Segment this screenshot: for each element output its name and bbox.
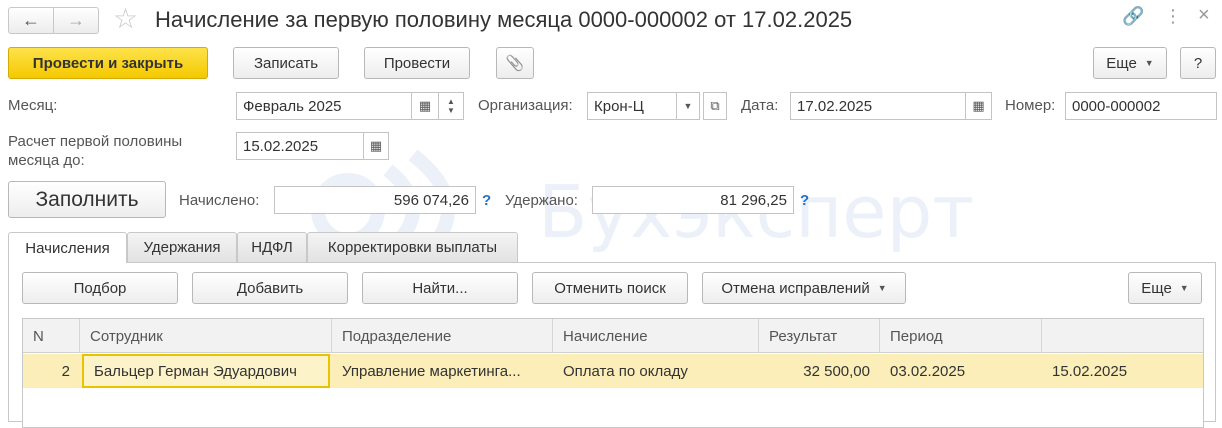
save-button[interactable]: Записать — [233, 47, 339, 79]
caret-down-icon: ▼ — [683, 101, 693, 111]
find-button[interactable]: Найти... — [362, 272, 518, 304]
link-icon[interactable]: 🔗 — [1122, 6, 1144, 27]
help-label: ? — [1193, 54, 1203, 72]
cell-result[interactable]: 32 500,00 — [759, 354, 880, 388]
tab-payment-corrections[interactable]: Корректировки выплаты — [307, 232, 518, 262]
tab-ndfl[interactable]: НДФЛ — [237, 232, 307, 262]
column-header-period[interactable]: Период — [880, 319, 1042, 353]
calendar-icon: ▦ — [972, 98, 985, 113]
page-title: Начисление за первую половину месяца 000… — [155, 7, 853, 32]
attach-button[interactable]: 📎 — [496, 47, 534, 79]
back-button[interactable]: ← — [8, 7, 54, 34]
column-header-result[interactable]: Результат — [759, 319, 880, 353]
column-header-employee[interactable]: Сотрудник — [80, 319, 332, 353]
withheld-help-icon[interactable]: ? — [800, 192, 809, 209]
cancel-fixes-button[interactable]: Отмена исправлений ▼ — [702, 272, 906, 304]
tab-ndfl-label: НДФЛ — [251, 239, 293, 256]
calendar-icon: ▦ — [369, 138, 383, 153]
help-button[interactable]: ? — [1180, 47, 1216, 79]
post-and-close-button[interactable]: Провести и закрыть — [8, 47, 208, 79]
close-icon[interactable]: × — [1198, 4, 1210, 27]
chevron-down-icon: ▼ — [447, 106, 455, 115]
fill-button[interactable]: Заполнить — [8, 181, 166, 218]
arrow-right-icon: → — [67, 10, 85, 30]
cell-accrual[interactable]: Оплата по окладу — [553, 354, 759, 388]
post-and-close-label: Провести и закрыть — [32, 54, 184, 72]
cell-period-from[interactable]: 03.02.2025 — [880, 354, 1042, 388]
post-button[interactable]: Провести — [364, 47, 470, 79]
open-window-icon: ⧉ — [710, 98, 720, 113]
calendar-icon: ▦ — [418, 98, 432, 113]
organization-open-button[interactable]: ⧉ — [703, 92, 727, 120]
cancel-search-label: Отменить поиск — [554, 279, 666, 297]
accrued-label: Начислено: — [179, 192, 260, 209]
column-header-department[interactable]: Подразделение — [332, 319, 553, 353]
calc-until-label-line1: Расчет первой половины — [8, 133, 183, 150]
paperclip-icon: 📎 — [505, 55, 525, 72]
more-button[interactable]: Еще ▼ — [1093, 47, 1167, 79]
month-field[interactable]: Февраль 2025 — [236, 92, 412, 120]
date-field[interactable]: 17.02.2025 — [790, 92, 966, 120]
cell-period-to[interactable]: 15.02.2025 — [1042, 354, 1205, 388]
withheld-label: Удержано: — [505, 192, 578, 209]
forward-button[interactable]: → — [53, 7, 99, 34]
cell-employee[interactable]: Бальцер Герман Эдуардович — [82, 354, 330, 388]
organization-dropdown-button[interactable]: ▼ — [676, 92, 700, 120]
month-label: Месяц: — [8, 97, 58, 114]
accrued-field: 596 074,26 — [274, 186, 476, 214]
pick-label: Подбор — [73, 279, 127, 297]
calc-until-label-line2: месяца до: — [8, 152, 85, 169]
chevron-up-icon: ▲ — [447, 97, 455, 106]
withheld-field: 81 296,25 — [592, 186, 794, 214]
cell-department[interactable]: Управление маркетинга... — [332, 354, 553, 388]
save-label: Записать — [253, 54, 319, 72]
find-label: Найти... — [412, 279, 468, 297]
tab-deductions-label: Удержания — [143, 239, 221, 256]
table-header: N Сотрудник Подразделение Начисление Рез… — [23, 319, 1203, 353]
calc-until-calendar-button[interactable]: ▦ — [363, 132, 389, 160]
accruals-table: N Сотрудник Подразделение Начисление Рез… — [22, 318, 1204, 428]
column-header-accrual[interactable]: Начисление — [553, 319, 759, 353]
organization-field[interactable]: Крон-Ц — [587, 92, 677, 120]
column-header-period-end[interactable] — [1042, 319, 1205, 353]
month-calendar-button[interactable]: ▦ — [411, 92, 439, 120]
organization-label: Организация: — [478, 97, 573, 114]
favorite-star-icon[interactable]: ☆ — [113, 4, 138, 34]
tab-payment-corrections-label: Корректировки выплаты — [327, 239, 498, 256]
tab-deductions[interactable]: Удержания — [127, 232, 237, 262]
month-stepper[interactable]: ▲ ▼ — [438, 92, 464, 120]
fill-label: Заполнить — [35, 187, 139, 211]
tab-accruals[interactable]: Начисления — [8, 232, 127, 263]
table-row[interactable]: 2 Бальцер Герман Эдуардович Управление м… — [23, 354, 1203, 388]
caret-down-icon: ▼ — [1179, 283, 1189, 293]
date-calendar-button[interactable]: ▦ — [965, 92, 992, 120]
caret-down-icon: ▼ — [877, 283, 887, 293]
pick-button[interactable]: Подбор — [22, 272, 178, 304]
add-label: Добавить — [236, 279, 304, 297]
more-vertical-icon[interactable]: ⋮ — [1164, 6, 1182, 27]
caret-down-icon: ▼ — [1144, 58, 1154, 68]
table-more-button[interactable]: Еще ▼ — [1128, 272, 1202, 304]
more-label: Еще — [1106, 54, 1137, 72]
cancel-search-button[interactable]: Отменить поиск — [532, 272, 688, 304]
number-label: Номер: — [1005, 97, 1056, 114]
accrued-help-icon[interactable]: ? — [482, 192, 491, 209]
number-field[interactable]: 0000-000002 — [1065, 92, 1217, 120]
arrow-left-icon: ← — [22, 10, 40, 30]
calc-until-field[interactable]: 15.02.2025 — [236, 132, 364, 160]
date-label: Дата: — [741, 97, 779, 114]
tab-accruals-label: Начисления — [25, 239, 110, 257]
column-header-n[interactable]: N — [23, 319, 80, 353]
table-more-label: Еще — [1141, 279, 1172, 297]
cell-n[interactable]: 2 — [23, 354, 80, 388]
post-label: Провести — [383, 54, 451, 72]
add-button[interactable]: Добавить — [192, 272, 348, 304]
cancel-fixes-label: Отмена исправлений — [721, 279, 870, 297]
